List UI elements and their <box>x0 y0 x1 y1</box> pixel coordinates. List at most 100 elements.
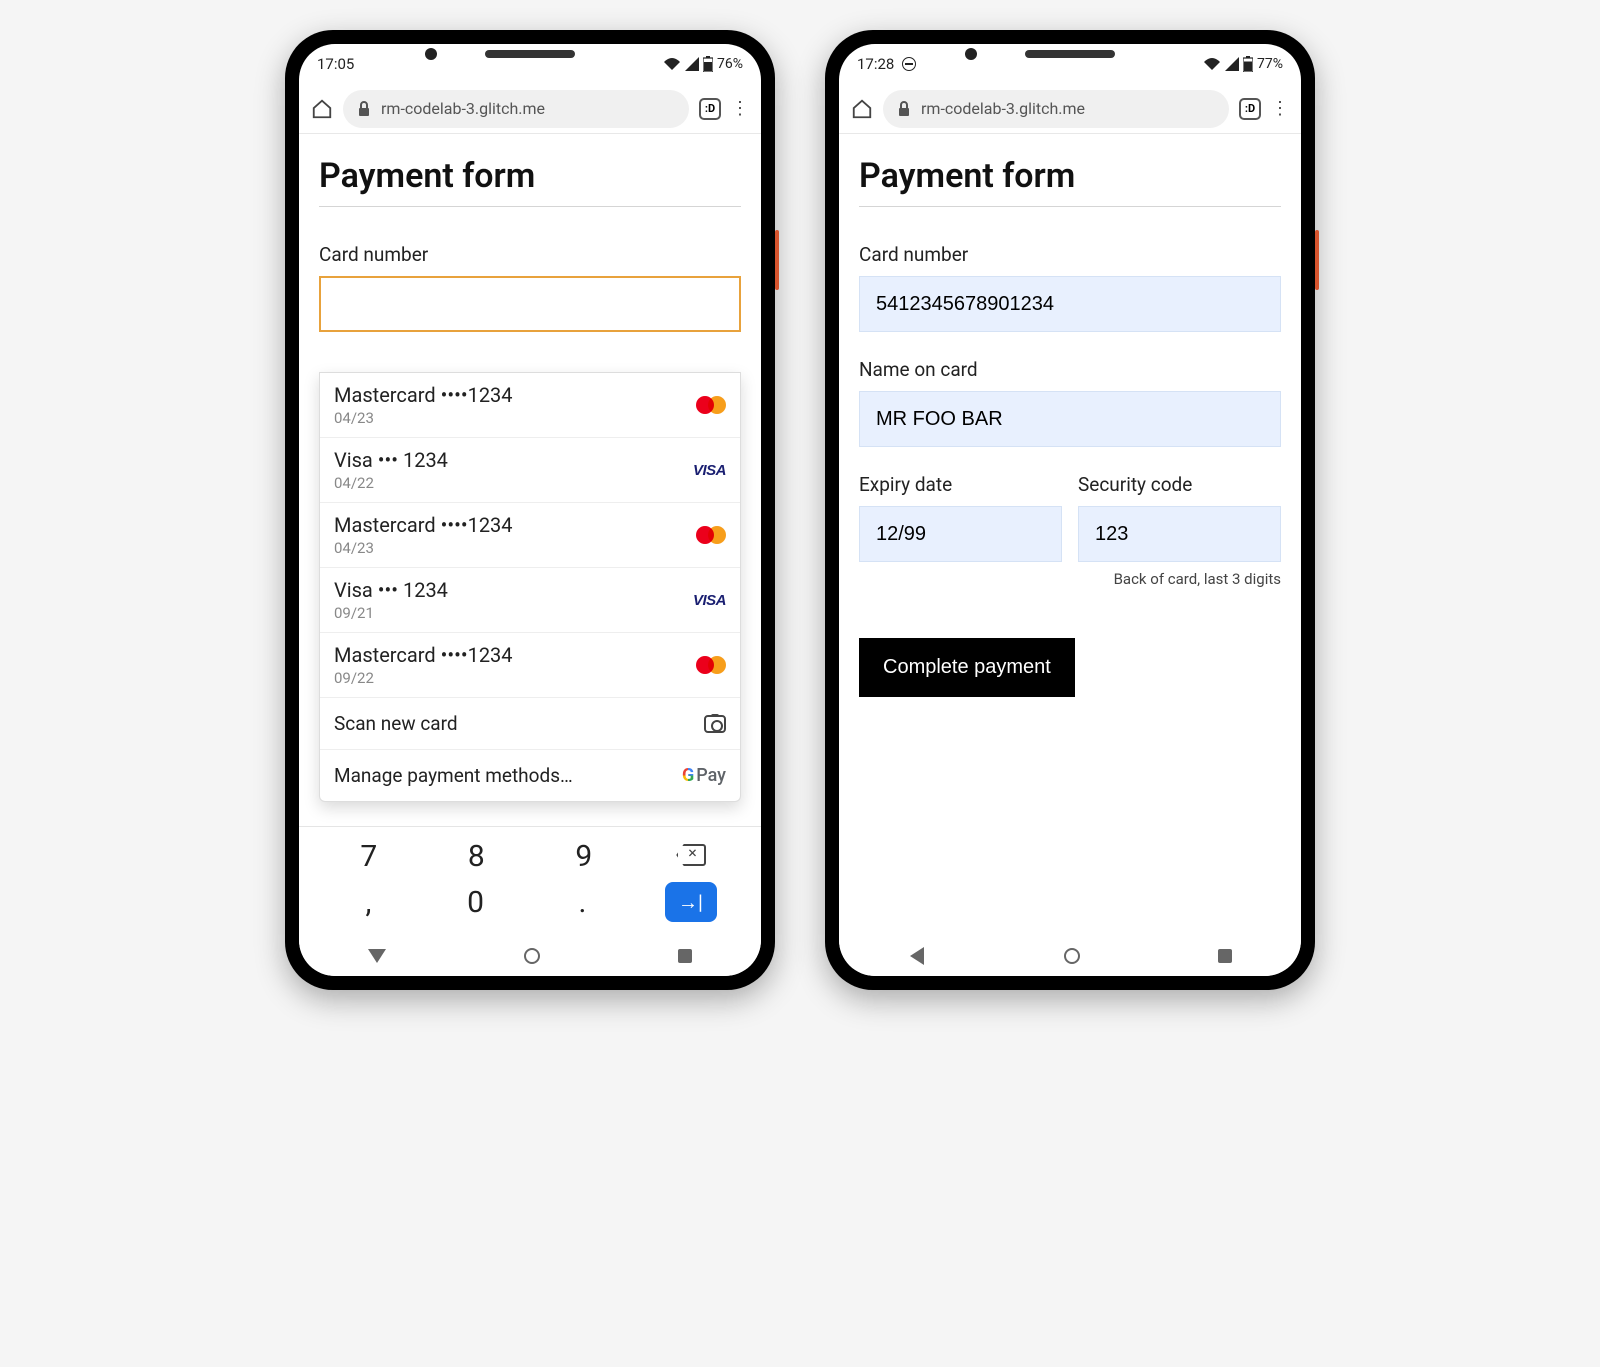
signal-icon <box>1225 57 1239 71</box>
card-expiry: 04/22 <box>334 474 448 492</box>
manage-payments-label: Manage payment methods… <box>334 764 573 787</box>
nav-recent-icon[interactable] <box>678 949 692 963</box>
gpay-icon: GPay <box>682 765 726 786</box>
wifi-icon <box>663 57 681 71</box>
key-8[interactable]: 8 <box>451 839 501 874</box>
android-navbar <box>839 936 1301 976</box>
key-0[interactable]: 0 <box>451 885 501 920</box>
battery-percent: 77% <box>1257 56 1283 72</box>
card-brand-and-mask: Visa ••• 1234 <box>334 448 448 472</box>
mastercard-icon <box>696 525 726 545</box>
tabs-button[interactable]: :D <box>1239 98 1261 120</box>
card-number-input[interactable] <box>859 276 1281 332</box>
expiry-cvc-row: Expiry date Security code Back of card, … <box>859 473 1281 614</box>
expiry-input[interactable] <box>859 506 1062 562</box>
wifi-icon <box>1203 57 1221 71</box>
nav-recent-icon[interactable] <box>1218 949 1232 963</box>
autofill-card-row[interactable]: Mastercard ••••1234 09/22 <box>320 633 740 697</box>
cvc-hint: Back of card, last 3 digits <box>1078 570 1281 588</box>
android-navbar <box>299 936 761 976</box>
url-text: rm-codelab-3.glitch.me <box>921 99 1085 118</box>
card-number-input[interactable] <box>319 276 741 332</box>
card-brand-and-mask: Mastercard ••••1234 <box>334 643 513 667</box>
nav-back-icon[interactable] <box>368 949 386 963</box>
page-content: Payment form Card number Mastercard ••••… <box>299 134 761 826</box>
backspace-key[interactable] <box>666 839 716 874</box>
manage-payments-row[interactable]: Manage payment methods… GPay <box>320 749 740 801</box>
browser-toolbar: rm-codelab-3.glitch.me :D ⋮ <box>299 84 761 134</box>
lock-icon <box>897 101 911 117</box>
card-number-label: Card number <box>319 243 741 266</box>
card-brand-and-mask: Mastercard ••••1234 <box>334 383 513 407</box>
autofill-card-row[interactable]: Mastercard ••••1234 04/23 <box>320 503 740 568</box>
key-period[interactable]: . <box>558 885 608 920</box>
screen-right: 17:28 77% <box>839 44 1301 976</box>
lock-icon <box>357 101 371 117</box>
autofill-card-row[interactable]: Mastercard ••••1234 04/23 <box>320 373 740 438</box>
phone-camera <box>965 48 977 60</box>
key-9[interactable]: 9 <box>559 839 609 874</box>
card-expiry: 09/22 <box>334 669 513 687</box>
scan-card-row[interactable]: Scan new card <box>320 697 740 749</box>
mastercard-icon <box>696 655 726 675</box>
nav-home-icon[interactable] <box>1064 948 1080 964</box>
card-expiry: 04/23 <box>334 539 513 557</box>
nav-home-icon[interactable] <box>524 948 540 964</box>
url-bar[interactable]: rm-codelab-3.glitch.me <box>343 90 689 128</box>
cvc-field: Security code Back of card, last 3 digit… <box>1078 473 1281 588</box>
signal-icon <box>685 57 699 71</box>
card-number-field: Card number <box>859 243 1281 332</box>
screen-left: 17:05 76% <box>299 44 761 976</box>
card-number-field: Card number <box>319 243 741 332</box>
phone-mockup-right: 17:28 77% <box>825 30 1315 990</box>
battery-icon <box>1243 56 1253 72</box>
card-brand-and-mask: Visa ••• 1234 <box>334 578 448 602</box>
page-title: Payment form <box>859 156 1281 207</box>
status-time: 17:05 <box>317 55 354 73</box>
dnd-icon <box>902 57 916 71</box>
menu-icon[interactable]: ⋮ <box>1271 98 1289 119</box>
name-on-card-field: Name on card <box>859 358 1281 447</box>
camera-icon <box>704 715 726 733</box>
page-title: Payment form <box>319 156 741 207</box>
complete-payment-button[interactable]: Complete payment <box>859 638 1075 697</box>
url-bar[interactable]: rm-codelab-3.glitch.me <box>883 90 1229 128</box>
visa-icon: VISA <box>693 462 726 479</box>
expiry-label: Expiry date <box>859 473 1062 496</box>
phone-speaker <box>1025 50 1115 58</box>
phone-camera <box>425 48 437 60</box>
url-text: rm-codelab-3.glitch.me <box>381 99 545 118</box>
card-expiry: 09/21 <box>334 604 448 622</box>
scan-card-label: Scan new card <box>334 712 458 735</box>
card-expiry: 04/23 <box>334 409 513 427</box>
cvc-label: Security code <box>1078 473 1281 496</box>
key-7[interactable]: 7 <box>344 839 394 874</box>
nav-back-icon[interactable] <box>910 947 924 965</box>
autofill-card-row[interactable]: Visa ••• 1234 09/21 VISA <box>320 568 740 633</box>
card-brand-and-mask: Mastercard ••••1234 <box>334 513 513 537</box>
home-icon[interactable] <box>851 98 873 120</box>
key-comma[interactable]: , <box>344 885 394 920</box>
visa-icon: VISA <box>693 592 726 609</box>
go-key[interactable]: →| <box>665 882 717 922</box>
tabs-button[interactable]: :D <box>699 98 721 120</box>
phone-speaker <box>485 50 575 58</box>
name-on-card-input[interactable] <box>859 391 1281 447</box>
menu-icon[interactable]: ⋮ <box>731 98 749 119</box>
page-content: Payment form Card number Name on card Ex… <box>839 134 1301 936</box>
name-on-card-label: Name on card <box>859 358 1281 381</box>
home-icon[interactable] <box>311 98 333 120</box>
card-number-label: Card number <box>859 243 1281 266</box>
autofill-dropdown: Mastercard ••••1234 04/23 Visa ••• 1234 04/… <box>319 372 741 802</box>
expiry-field: Expiry date <box>859 473 1062 588</box>
battery-percent: 76% <box>717 56 743 72</box>
browser-toolbar: rm-codelab-3.glitch.me :D ⋮ <box>839 84 1301 134</box>
battery-icon <box>703 56 713 72</box>
cvc-input[interactable] <box>1078 506 1281 562</box>
mastercard-icon <box>696 395 726 415</box>
numeric-keyboard: 7 8 9 , 0 . →| <box>299 826 761 936</box>
autofill-card-row[interactable]: Visa ••• 1234 04/22 VISA <box>320 438 740 503</box>
status-time: 17:28 <box>857 55 894 73</box>
phone-mockup-left: 17:05 76% <box>285 30 775 990</box>
backspace-icon <box>676 844 706 866</box>
